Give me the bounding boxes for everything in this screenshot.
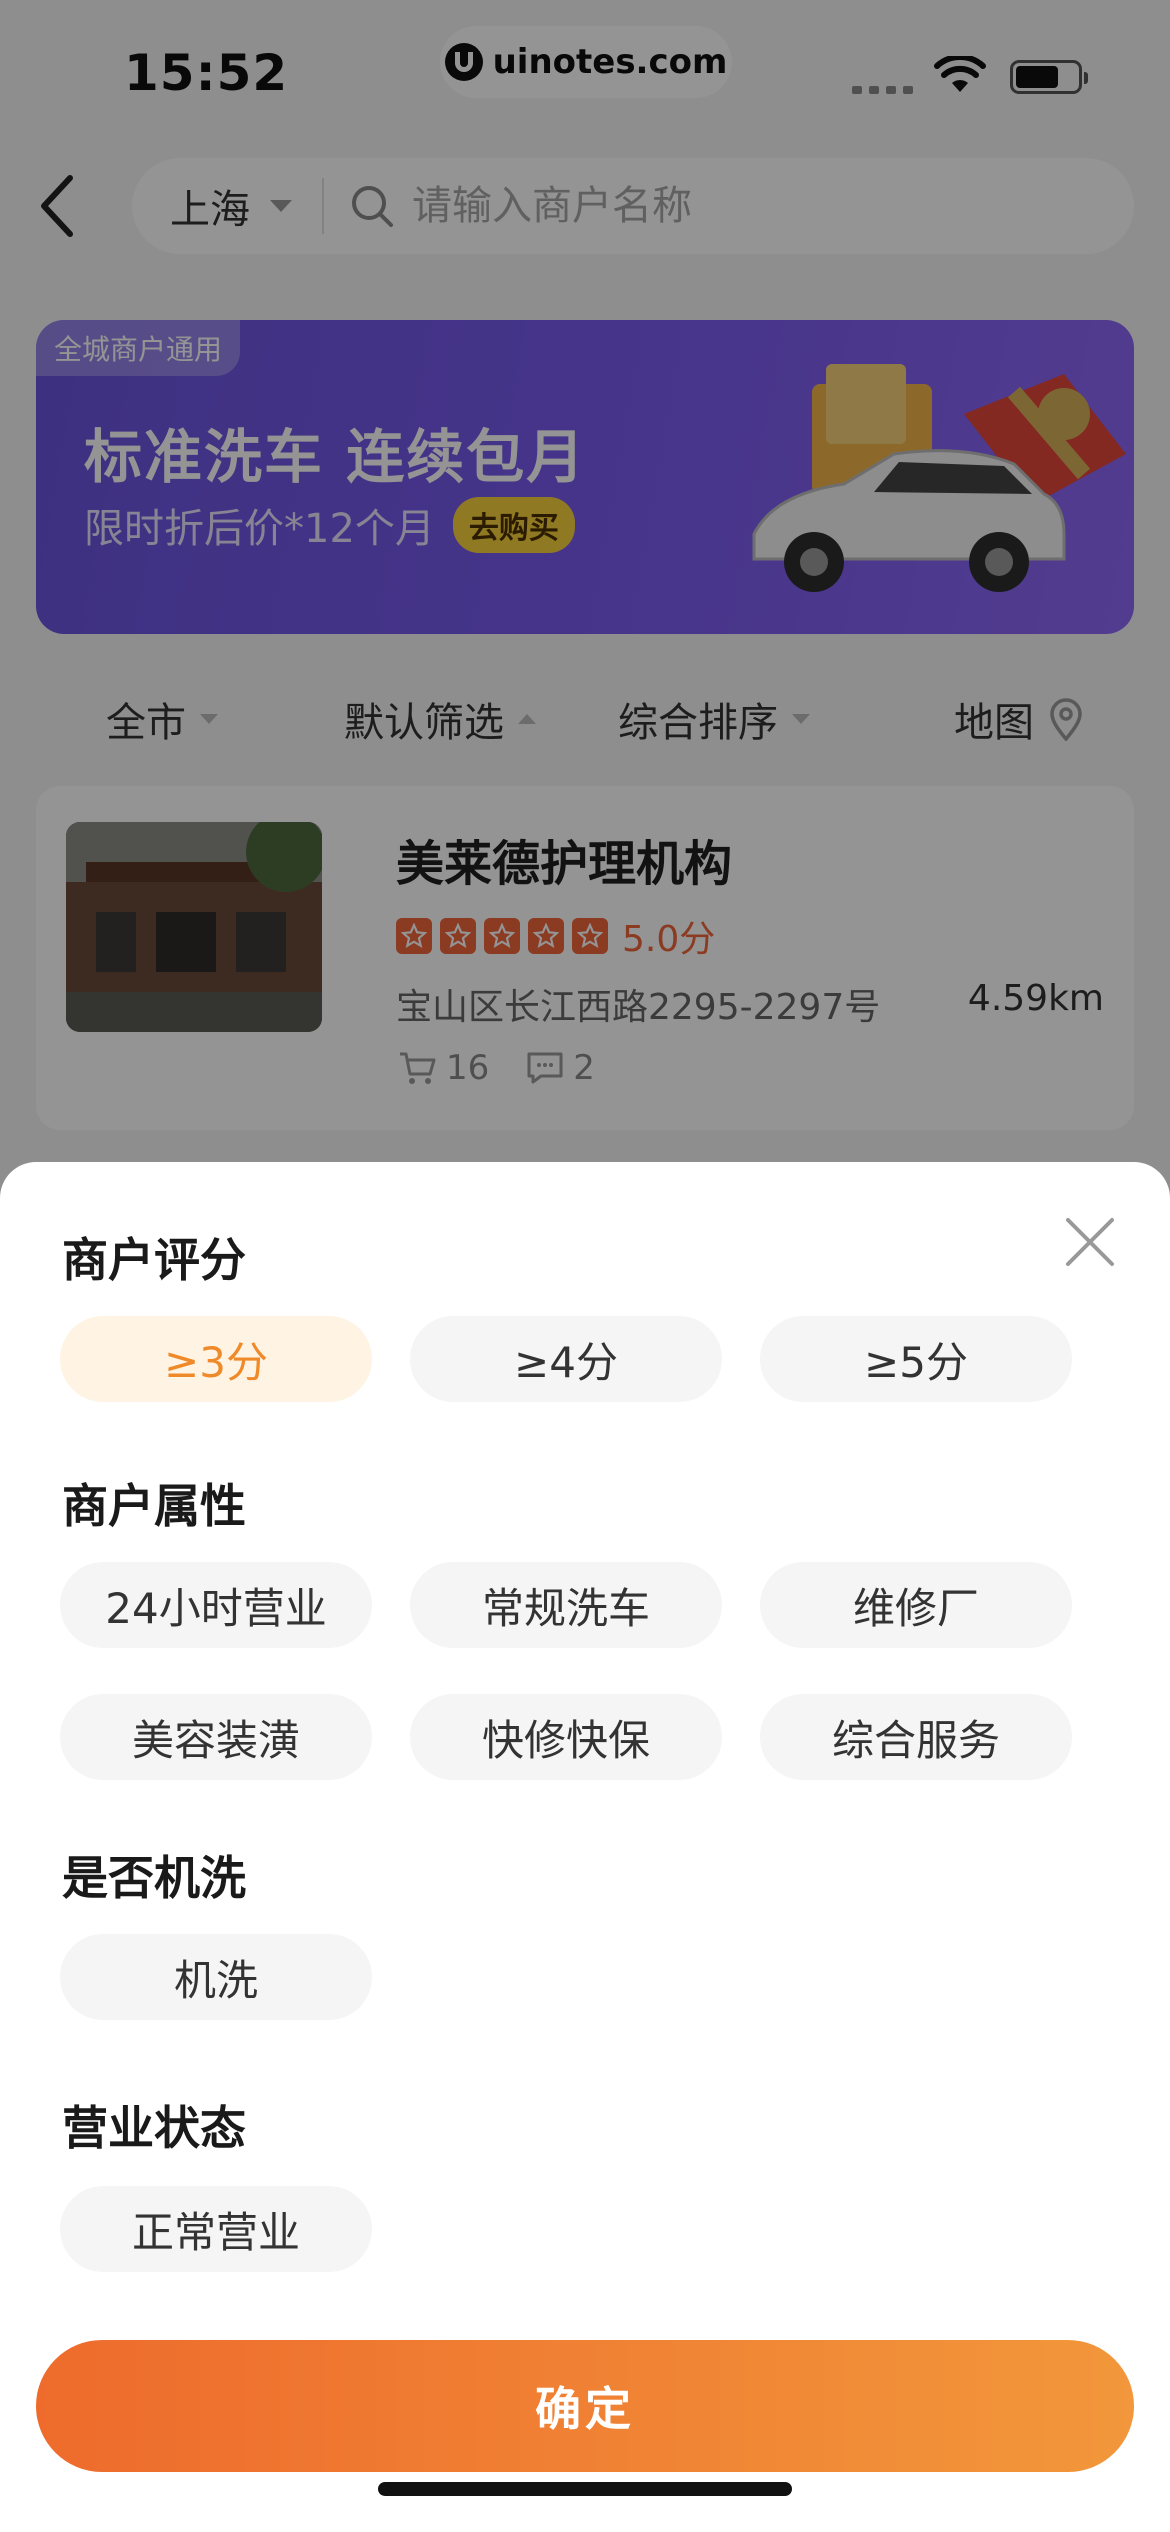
section-title-rating: 商户评分 (62, 1233, 246, 1287)
filter-sheet: 商户评分 ≥3分 ≥4分 ≥5分 商户属性 24小时营业 常规洗车 维修厂 美容… (0, 1162, 1170, 2532)
chip-24h[interactable]: 24小时营业 (60, 1562, 372, 1648)
section-title-attributes: 商户属性 (62, 1479, 246, 1533)
home-indicator (378, 2482, 792, 2496)
chip-normal-business[interactable]: 正常营业 (60, 2186, 372, 2272)
chip-quick-repair[interactable]: 快修快保 (410, 1694, 722, 1780)
chip-beauty-decor[interactable]: 美容装潢 (60, 1694, 372, 1780)
chip-rating-5[interactable]: ≥5分 (760, 1316, 1072, 1402)
chip-machine-wash[interactable]: 机洗 (60, 1934, 372, 2020)
chip-rating-3[interactable]: ≥3分 (60, 1316, 372, 1402)
confirm-button[interactable]: 确定 (36, 2340, 1134, 2472)
close-icon[interactable] (1060, 1212, 1120, 1272)
chip-regular-wash[interactable]: 常规洗车 (410, 1562, 722, 1648)
chip-repair-shop[interactable]: 维修厂 (760, 1562, 1072, 1648)
chip-rating-4[interactable]: ≥4分 (410, 1316, 722, 1402)
chip-full-service[interactable]: 综合服务 (760, 1694, 1072, 1780)
section-title-machine-wash: 是否机洗 (62, 1851, 246, 1905)
section-title-business-status: 营业状态 (62, 2101, 246, 2155)
